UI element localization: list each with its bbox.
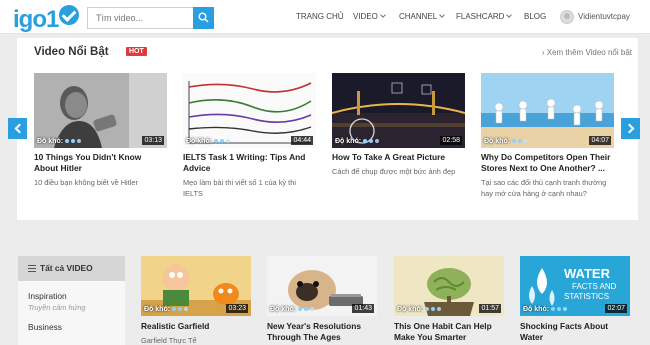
chevron-down-icon xyxy=(439,12,446,18)
nav-channel-label: CHANNEL xyxy=(399,12,438,21)
difficulty-label: Độ khó: xyxy=(523,306,550,313)
nav-video-label: VIDEO xyxy=(353,12,378,21)
difficulty-dots xyxy=(363,138,381,145)
video-card[interactable]: Độ khó: 03:13 10 Things You Didn't Know … xyxy=(34,73,167,188)
video-thumbnail[interactable]: Độ khó: 03:13 xyxy=(34,73,167,148)
video-title[interactable]: This One Habit Can Help Make You Smarter xyxy=(394,321,504,343)
video-thumbnail[interactable]: Độ khó: 03:23 xyxy=(141,256,251,316)
category-sidebar: Tất cả VIDEO Inspiration Truyền cảm hứng… xyxy=(18,256,125,345)
video-duration: 03:13 xyxy=(142,136,164,145)
video-card[interactable]: Độ khó: 04:07 Why Do Competitors Open Th… xyxy=(481,73,614,199)
category-item-inspiration[interactable]: Inspiration Truyền cảm hứng xyxy=(18,281,125,312)
category-name: Business xyxy=(28,322,62,332)
video-description: Garfield Thực Tế xyxy=(141,336,197,345)
difficulty-indicator: Độ khó: xyxy=(37,138,83,145)
carousel-prev-button[interactable] xyxy=(8,118,27,139)
difficulty-dots xyxy=(298,306,316,313)
difficulty-label: Độ khó: xyxy=(484,138,511,145)
video-card[interactable]: Độ khó: 01:43 New Year's Resolutions Thr… xyxy=(267,256,377,343)
difficulty-dots xyxy=(551,306,569,313)
thumb-text-facts: FACTS AND xyxy=(572,282,617,291)
video-thumbnail[interactable]: Độ khó: 01:57 xyxy=(394,256,504,316)
video-card[interactable]: Độ khó: 01:57 This One Habit Can Help Ma… xyxy=(394,256,504,343)
video-title[interactable]: How To Take A Great Picture xyxy=(332,152,465,163)
site-logo[interactable]: igo1 xyxy=(13,5,80,32)
video-title[interactable]: Realistic Garfield xyxy=(141,321,251,332)
thumb-text-water: WATER xyxy=(564,266,611,281)
video-duration: 02:07 xyxy=(605,304,627,313)
chevron-down-icon xyxy=(506,12,513,18)
video-description: 10 điều bạn không biết về Hitler xyxy=(34,178,138,187)
difficulty-indicator: Độ khó: xyxy=(523,306,569,313)
nav-home[interactable]: TRANG CHỦ xyxy=(296,0,344,34)
difficulty-indicator: Độ khó: xyxy=(186,138,232,145)
video-thumbnail[interactable]: Độ khó: 04:07 xyxy=(481,73,614,148)
section-title: Video Nổi Bật xyxy=(34,46,109,58)
featured-section: Video Nổi Bật HOT › Xem thêm Video nổi b… xyxy=(17,38,638,220)
video-title[interactable]: New Year's Resolutions Through The Ages xyxy=(267,321,377,343)
difficulty-dots xyxy=(214,138,232,145)
difficulty-indicator: Độ khó: xyxy=(144,306,190,313)
top-header: igo1 TRANG CHỦ VIDEO CHANNEL FLASHCARD B… xyxy=(0,0,650,34)
video-title[interactable]: 10 Things You Didn't Know About Hitler xyxy=(34,152,167,174)
category-subtitle: Truyền cảm hứng xyxy=(28,303,86,312)
difficulty-label: Độ khó: xyxy=(186,138,213,145)
category-header[interactable]: Tất cả VIDEO xyxy=(18,256,125,281)
category-header-label: Tất cả VIDEO xyxy=(40,263,93,273)
difficulty-label: Độ khó: xyxy=(270,306,297,313)
difficulty-label: Độ khó: xyxy=(335,138,362,145)
difficulty-dots xyxy=(172,306,190,313)
avatar[interactable] xyxy=(560,10,574,24)
video-title[interactable]: IELTS Task 1 Writing: Tips And Advice xyxy=(183,152,316,174)
carousel-next-button[interactable] xyxy=(621,118,640,139)
video-thumbnail[interactable]: Độ khó: 02:58 xyxy=(332,73,465,148)
thumb-text-stats: STATISTICS xyxy=(564,292,609,301)
difficulty-dots xyxy=(512,138,530,145)
video-card[interactable]: Độ khó: 04:44 IELTS Task 1 Writing: Tips… xyxy=(183,73,316,199)
video-title[interactable]: Shocking Facts About Water xyxy=(520,321,630,343)
difficulty-label: Độ khó: xyxy=(144,306,171,313)
see-more-link[interactable]: › Xem thêm Video nổi bật xyxy=(542,48,632,57)
video-duration: 02:58 xyxy=(440,136,462,145)
nav-flashcard-label: FLASHCARD xyxy=(456,12,505,21)
video-card[interactable]: Độ khó: 02:58 How To Take A Great Pictur… xyxy=(332,73,465,177)
video-thumbnail[interactable]: Độ khó: 04:44 xyxy=(183,73,316,148)
video-description: Mẹo làm bài thi viết số 1 của kỳ thi IEL… xyxy=(183,178,296,198)
video-card[interactable]: Độ khó: 03:23 Realistic Garfield Garfiel… xyxy=(141,256,251,345)
category-name: Inspiration xyxy=(28,291,67,301)
search-input[interactable] xyxy=(87,7,193,29)
difficulty-indicator: Độ khó: xyxy=(484,138,530,145)
difficulty-dots xyxy=(425,306,443,313)
user-name[interactable]: Vidientuvtcpay xyxy=(578,0,630,34)
video-duration: 01:57 xyxy=(479,304,501,313)
nav-video[interactable]: VIDEO xyxy=(353,0,386,34)
nav-blog[interactable]: BLOG xyxy=(524,0,546,34)
video-duration: 01:43 xyxy=(352,304,374,313)
category-item-business[interactable]: Business xyxy=(18,312,125,332)
chevron-down-icon xyxy=(380,12,386,18)
video-duration: 04:07 xyxy=(589,136,611,145)
difficulty-indicator: Độ khó: xyxy=(397,306,443,313)
video-thumbnail[interactable]: Độ khó: 01:43 xyxy=(267,256,377,316)
difficulty-dots xyxy=(65,138,83,145)
difficulty-label: Độ khó: xyxy=(397,306,424,313)
video-duration: 04:44 xyxy=(291,136,313,145)
difficulty-indicator: Độ khó: xyxy=(270,306,316,313)
video-description: Tại sao các đối thủ cạnh tranh thường ha… xyxy=(481,178,607,198)
search-button[interactable] xyxy=(193,7,214,29)
difficulty-indicator: Độ khó: xyxy=(335,138,381,145)
checkmark-icon xyxy=(59,5,80,25)
video-thumbnail[interactable]: WATER FACTS AND STATISTICS Độ khó: 02:07 xyxy=(520,256,630,316)
video-description: Cách để chụp được một bức ảnh đẹp xyxy=(332,167,456,176)
video-card[interactable]: WATER FACTS AND STATISTICS Độ khó: 02:07… xyxy=(520,256,630,343)
nav-flashcard[interactable]: FLASHCARD xyxy=(456,0,513,34)
nav-channel[interactable]: CHANNEL xyxy=(399,0,446,34)
menu-icon xyxy=(28,265,36,272)
difficulty-label: Độ khó: xyxy=(37,138,64,145)
video-duration: 03:23 xyxy=(226,304,248,313)
search-icon xyxy=(198,12,209,23)
hot-badge: HOT xyxy=(126,47,147,56)
video-title[interactable]: Why Do Competitors Open Their Stores Nex… xyxy=(481,152,614,174)
